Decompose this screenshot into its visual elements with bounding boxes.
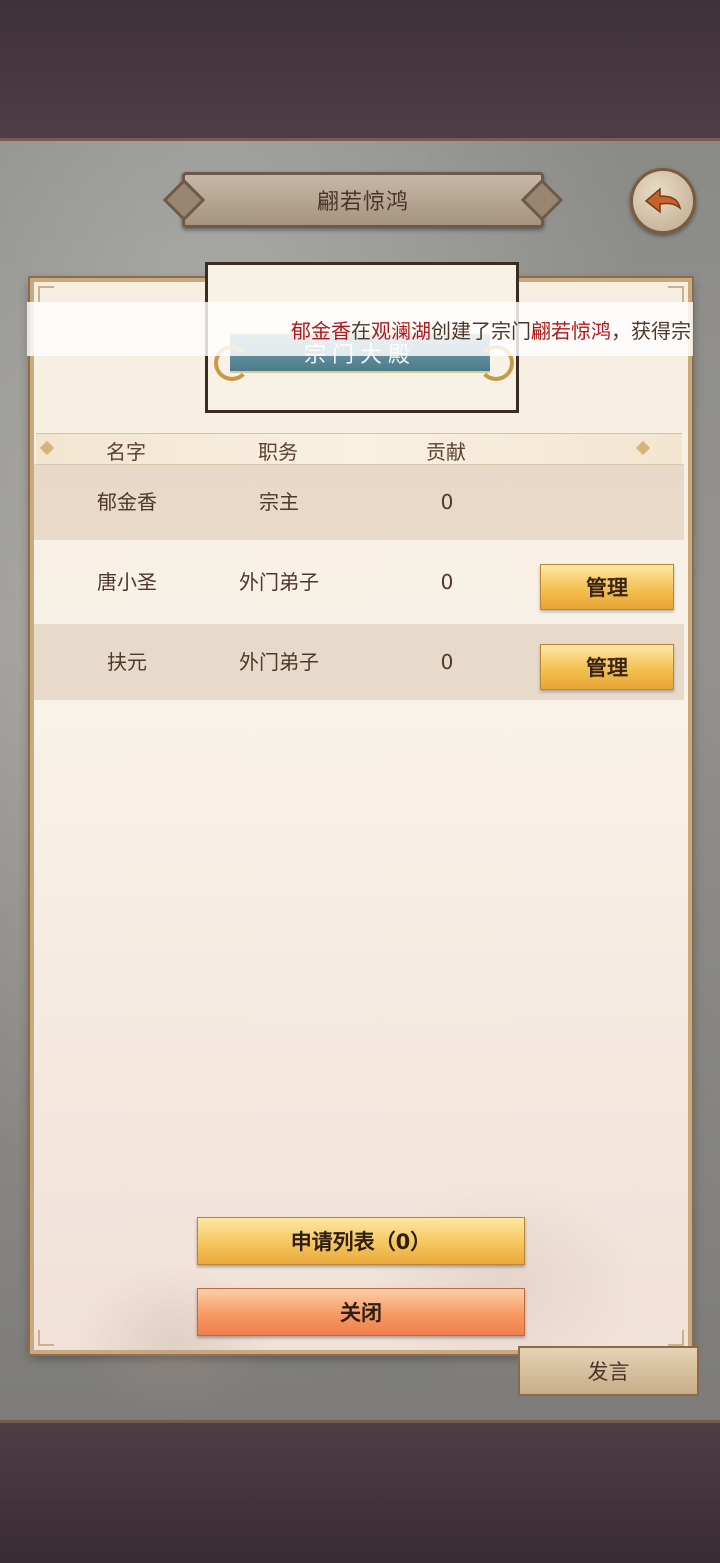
diamond-ornament-icon <box>39 440 55 456</box>
bottom-band <box>0 1420 720 1563</box>
ticker-segment: ，获得宗 <box>611 318 691 343</box>
member-name: 郁金香 <box>97 490 157 514</box>
ticker-segment: 郁金香 <box>291 318 351 343</box>
close-button[interactable]: 关闭 <box>197 1288 525 1336</box>
column-header-role: 职务 <box>258 440 298 464</box>
manage-member-button[interactable]: 管理 <box>540 644 674 690</box>
announcement-ticker: 郁金香 在 观澜湖 创建了宗门 翩若惊鸿 ，获得宗 <box>27 302 693 356</box>
ticker-segment: 观澜湖 <box>371 318 431 343</box>
panel-corner-ornament <box>38 1330 54 1346</box>
member-role: 外门弟子 <box>239 570 319 594</box>
member-role: 外门弟子 <box>239 650 319 674</box>
ticker-segment: 翩若惊鸿 <box>531 318 611 343</box>
panel-corner-ornament <box>668 1330 684 1346</box>
member-contribution: 0 <box>440 570 454 594</box>
table-row: 郁金香 宗主 0 <box>34 464 684 540</box>
table-row: 扶元 外门弟子 0 管理 <box>34 624 684 700</box>
member-contribution: 0 <box>440 490 454 514</box>
sect-title-plate: 翩若惊鸿 <box>182 172 544 228</box>
manage-member-button[interactable]: 管理 <box>540 564 674 610</box>
back-arrow-icon <box>644 187 682 214</box>
column-header-contribution: 贡献 <box>426 440 466 464</box>
panel-corner-ornament <box>668 286 684 302</box>
ticker-segment: 创建了宗门 <box>431 318 531 343</box>
member-contribution: 0 <box>440 650 454 674</box>
ticker-segment: 在 <box>351 318 371 343</box>
table-row: 唐小圣 外门弟子 0 管理 <box>34 544 684 620</box>
member-name: 唐小圣 <box>97 570 157 594</box>
top-band <box>0 0 720 141</box>
panel-corner-ornament <box>38 286 54 302</box>
faint-tree-decoration <box>74 1262 274 1422</box>
member-table-header: 名字 职务 贡献 <box>36 433 682 465</box>
member-name: 扶元 <box>107 650 147 674</box>
diamond-ornament-icon <box>635 440 651 456</box>
member-role: 宗主 <box>259 490 299 514</box>
speak-button[interactable]: 发言 <box>518 1346 699 1396</box>
apply-list-button[interactable]: 申请列表（0） <box>197 1217 525 1265</box>
back-button[interactable] <box>630 168 696 234</box>
sect-title: 翩若惊鸿 <box>316 190 409 215</box>
column-header-name: 名字 <box>106 440 146 464</box>
